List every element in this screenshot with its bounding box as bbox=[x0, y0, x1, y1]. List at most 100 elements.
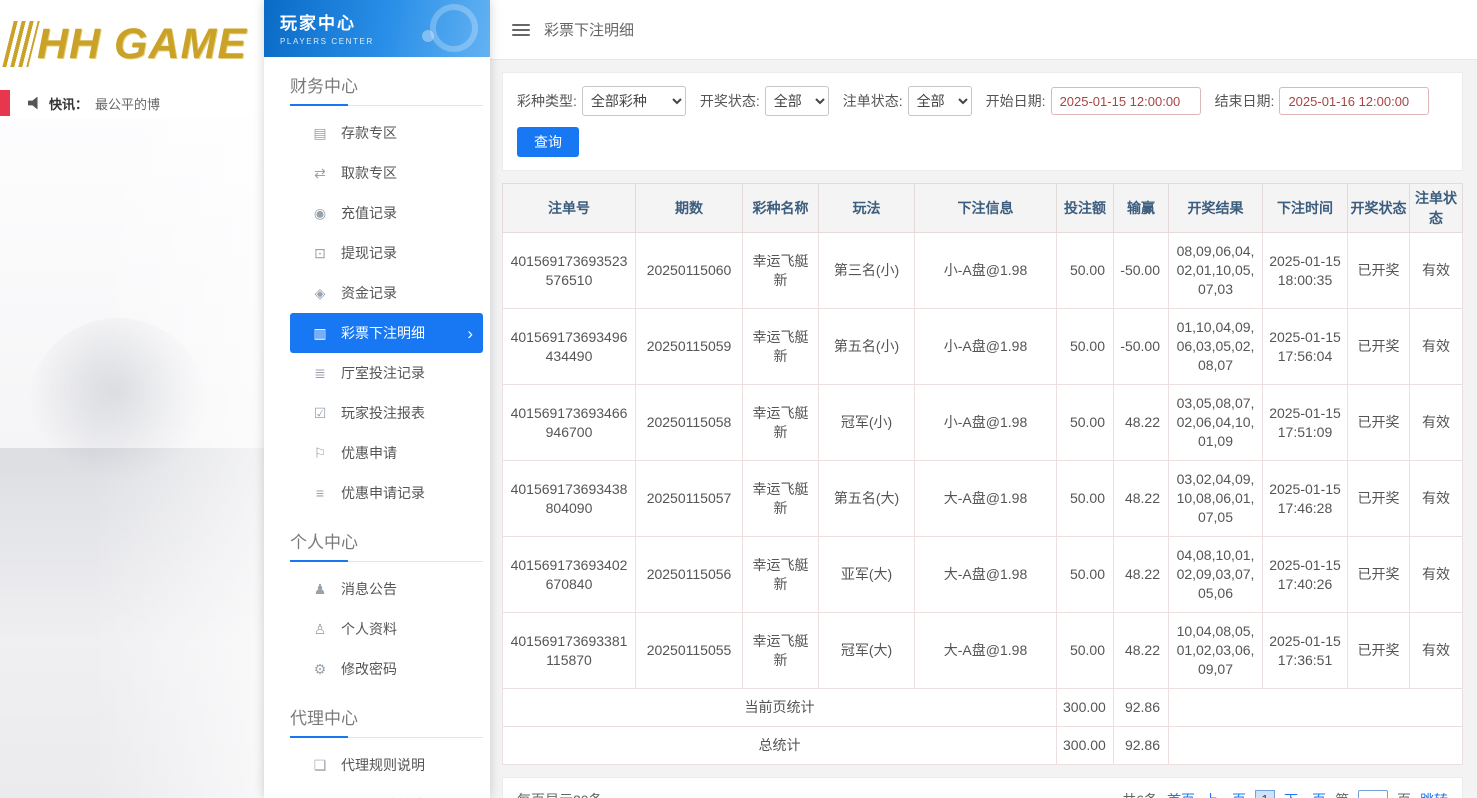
prev-page-link[interactable]: 上一页 bbox=[1204, 790, 1246, 798]
table-cell: 2025-01-15 17:56:04 bbox=[1262, 308, 1348, 385]
sidebar-item[interactable]: ♟ 消息公告 bbox=[290, 569, 483, 609]
draw-status-select[interactable]: 全部 bbox=[764, 86, 829, 116]
table-cell: 第五名(小) bbox=[818, 308, 915, 385]
capitol-dome-shape bbox=[28, 318, 208, 498]
start-date-input[interactable] bbox=[1050, 87, 1201, 115]
draw-status-label: 开奖状态: bbox=[699, 93, 760, 109]
sidebar-item[interactable]: ⚐ 优惠申请 bbox=[290, 433, 483, 473]
table-cell: 有效 bbox=[1409, 612, 1463, 689]
sidebar-item-label: 充值记录 bbox=[341, 205, 397, 221]
table-cell: 2025-01-15 17:40:26 bbox=[1262, 536, 1348, 613]
table-cell: 10,04,08,05,01,02,03,06,09,07 bbox=[1168, 612, 1263, 689]
summary-winloss-total-cell: 92.86 bbox=[1113, 688, 1169, 727]
site-logo[interactable]: HH GAME bbox=[37, 20, 247, 69]
table-cell: 有效 bbox=[1409, 308, 1463, 385]
table-cell: 2025-01-15 17:51:09 bbox=[1262, 384, 1348, 461]
current-page-button[interactable]: 1 bbox=[1255, 790, 1275, 798]
sidebar-item-label: 取款专区 bbox=[341, 165, 397, 181]
table-cell: 20250115060 bbox=[635, 232, 743, 309]
summary-label-cell: 当前页统计 bbox=[502, 688, 1057, 727]
column-header: 开奖结果 bbox=[1168, 183, 1263, 233]
table-cell: 已开奖 bbox=[1347, 308, 1410, 385]
table-row: 401569173693402670840 20250115056 幸运飞艇新 亚军(… bbox=[502, 536, 1463, 613]
sidebar-item[interactable]: ▤ 存款专区 bbox=[290, 113, 483, 153]
page: HH GAME 快讯： 最公平的博 玩家中心 PLAYERS CENTER 财务… bbox=[0, 0, 1477, 798]
column-header: 期数 bbox=[635, 183, 743, 233]
sidebar-item[interactable]: ♙ 个人资料 bbox=[290, 609, 483, 649]
summary-empty-cell bbox=[1168, 688, 1463, 727]
change-password-icon: ⚙ bbox=[313, 660, 327, 677]
ticker-label: 快讯： bbox=[49, 96, 89, 112]
search-button[interactable]: 查询 bbox=[517, 127, 579, 157]
filter-actions-row: 查询 bbox=[517, 127, 1448, 157]
table-cell: 大-A盘@1.98 bbox=[914, 460, 1057, 537]
lottery-type-select[interactable]: 全部彩种 bbox=[581, 86, 686, 116]
sidebar-item[interactable]: ⇄ 取款专区 bbox=[290, 153, 483, 193]
menu-toggle-icon[interactable] bbox=[512, 23, 530, 36]
sidebar-item[interactable]: ❏ 代理规则说明 bbox=[290, 745, 483, 785]
table-cell: 第三名(小) bbox=[818, 232, 915, 309]
table-cell: -50.00 bbox=[1113, 308, 1169, 385]
end-date-label: 结束日期: bbox=[1214, 93, 1275, 109]
filter-panel: 彩种类型: 全部彩种 开奖状态: 全部 注单状态: 全部 开始日期: 结束日期: bbox=[502, 72, 1463, 171]
table-cell: 有效 bbox=[1409, 536, 1463, 613]
table-cell: 2025-01-15 17:36:51 bbox=[1262, 612, 1348, 689]
sidebar-item-label: 消息公告 bbox=[341, 581, 397, 597]
order-status-select[interactable]: 全部 bbox=[907, 86, 972, 116]
sidebar-item[interactable]: ☑ 玩家投注报表 bbox=[290, 393, 483, 433]
table-cell: 20250115058 bbox=[635, 384, 743, 461]
table-footer: 当前页统计 300.00 92.86 总统计 300.00 92.86 bbox=[502, 688, 1463, 765]
table-cell: 2025-01-15 18:00:35 bbox=[1262, 232, 1348, 309]
table-cell: 冠军(小) bbox=[818, 384, 915, 461]
table-cell: 有效 bbox=[1409, 460, 1463, 537]
column-header: 下注信息 bbox=[914, 183, 1057, 233]
pagination-bar: 每页显示20条 共6条 首页 上一页 1 下一页 第 页 跳转 bbox=[502, 777, 1463, 798]
withdrawal-record-icon: ⊡ bbox=[314, 244, 326, 261]
summary-bet-total-cell: 300.00 bbox=[1056, 688, 1114, 727]
sidebar-item[interactable]: ◈ 资金记录 bbox=[290, 273, 483, 313]
first-page-link[interactable]: 首页 bbox=[1167, 790, 1195, 798]
sidebar-item[interactable]: ⊡ 提现记录 bbox=[290, 233, 483, 273]
capitol-building-shape bbox=[0, 448, 264, 678]
sidebar-item[interactable]: ◉ 充值记录 bbox=[290, 193, 483, 233]
lottery-bet-details-icon: ▥ bbox=[313, 324, 327, 341]
summary-bet-total-cell: 300.00 bbox=[1056, 726, 1114, 765]
agent-rules-icon: ❏ bbox=[313, 756, 327, 773]
main: 彩票下注明细 彩种类型: 全部彩种 开奖状态: 全部 注单状态: 全部 开始日期… bbox=[490, 0, 1477, 798]
summary-row: 当前页统计 300.00 92.86 bbox=[502, 688, 1463, 727]
sidebar-nav: 财务中心 ▤ 存款专区 ⇄ 取款专区 ◉ 充值记录 ⊡ 提现记录 ◈ 资金记录 ▥ 彩票下注明细 › ≣ 厅室… bbox=[264, 57, 490, 798]
table-cell: 20250115059 bbox=[635, 308, 743, 385]
announcements-icon: ♟ bbox=[313, 580, 327, 597]
pagination-controls: 共6条 首页 上一页 1 下一页 第 页 跳转 bbox=[1122, 790, 1448, 798]
sidebar-section-title: 代理中心 bbox=[290, 689, 483, 738]
jump-button[interactable]: 跳转 bbox=[1420, 790, 1448, 798]
sidebar-item-label: 彩票下注明细 bbox=[341, 325, 425, 341]
table-cell: 第五名(大) bbox=[818, 460, 915, 537]
red-accent-bar bbox=[0, 90, 10, 116]
table-cell: 已开奖 bbox=[1347, 536, 1410, 613]
sidebar-item[interactable]: ≡ 优惠申请记录 bbox=[290, 473, 483, 513]
sidebar-item[interactable]: ▦代理团队统计 bbox=[290, 785, 483, 798]
table-cell: 有效 bbox=[1409, 232, 1463, 309]
next-page-link[interactable]: 下一页 bbox=[1284, 790, 1326, 798]
sidebar-item[interactable]: ▥ 彩票下注明细 › bbox=[290, 313, 483, 353]
content: 彩种类型: 全部彩种 开奖状态: 全部 注单状态: 全部 开始日期: 结束日期: bbox=[490, 60, 1477, 798]
table-cell: 50.00 bbox=[1056, 460, 1114, 537]
end-date-input[interactable] bbox=[1279, 87, 1430, 115]
table-cell: 已开奖 bbox=[1347, 460, 1410, 537]
sidebar-item[interactable]: ⚙ 修改密码 bbox=[290, 649, 483, 689]
jump-page-input[interactable] bbox=[1358, 790, 1388, 798]
column-header: 投注额 bbox=[1056, 183, 1114, 233]
jump-suffix-label: 页 bbox=[1397, 790, 1411, 798]
table-cell: 有效 bbox=[1409, 384, 1463, 461]
column-header: 玩法 bbox=[818, 183, 915, 233]
sidebar-item-label: 优惠申请记录 bbox=[341, 485, 425, 501]
table-cell: 401569173693496434490 bbox=[502, 308, 636, 385]
sidebar-item[interactable]: ≣ 厅室投注记录 bbox=[290, 353, 483, 393]
table-body: 401569173693523576510 20250115060 幸运飞艇新 第三名… bbox=[502, 232, 1463, 689]
table-cell: 幸运飞艇新 bbox=[742, 536, 819, 613]
table-cell: 50.00 bbox=[1056, 384, 1114, 461]
lottery-type-label: 彩种类型: bbox=[517, 93, 577, 109]
sidebar-item-label: 玩家投注报表 bbox=[341, 405, 425, 421]
table-cell: 401569173693402670840 bbox=[502, 536, 636, 613]
